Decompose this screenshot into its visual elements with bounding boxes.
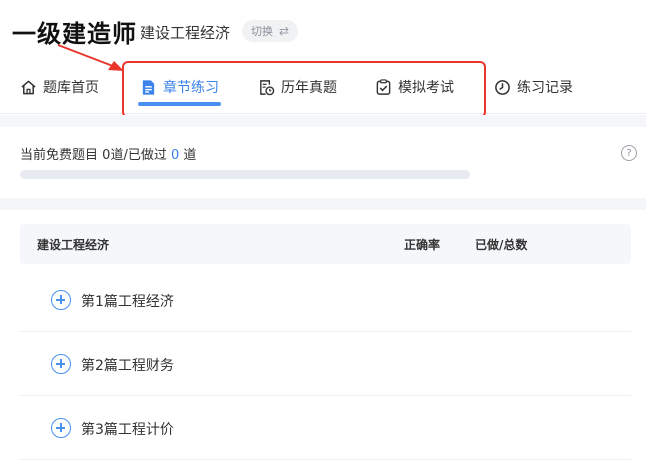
help-icon[interactable]: ? [621, 145, 637, 161]
swap-icon: ⇄ [279, 24, 290, 38]
free-question-stats: 当前免费题目 0道/已做过 0 道 [20, 144, 196, 163]
stats-prefix: 当前免费题目 [20, 148, 99, 163]
nav-label-chapter-practice: 章节练习 [163, 80, 219, 96]
column-header-done-total: 已做/总数 [475, 238, 528, 252]
table-row[interactable]: 第1篇工程经济 [20, 268, 631, 332]
chapter-title: 第2篇工程财务 [81, 358, 174, 374]
table-row[interactable]: 第2篇工程财务 [20, 332, 631, 396]
active-tab-indicator [138, 102, 221, 106]
brand-title: 一级建造师 [12, 20, 137, 48]
done-count: 0 [170, 148, 180, 163]
clock-record-icon [495, 79, 510, 95]
chapter-title: 第1篇工程经济 [81, 294, 174, 310]
column-header-name: 建设工程经济 [37, 238, 110, 252]
expand-plus-icon[interactable] [51, 354, 71, 374]
nav-item-past-exams[interactable]: 历年真题 [258, 60, 337, 114]
nav-item-home[interactable]: 题库首页 [20, 60, 99, 114]
switch-subject-button[interactable]: 切换 ⇄ [242, 20, 299, 42]
exam-history-icon [260, 79, 275, 95]
stats-middle: 道/已做过 [110, 148, 167, 163]
stats-suffix: 道 [183, 148, 197, 163]
nav-item-chapter-practice[interactable]: 章节练习 [138, 60, 221, 114]
section-divider [0, 198, 646, 210]
nav-label-practice-record: 练习记录 [517, 80, 573, 96]
expand-plus-icon[interactable] [51, 290, 71, 310]
chapter-title: 第3篇工程计价 [81, 422, 174, 438]
expand-plus-icon[interactable] [51, 418, 71, 438]
switch-label: 切换 [251, 25, 273, 38]
progress-bar [20, 170, 470, 179]
column-header-accuracy: 正确率 [404, 238, 441, 252]
app-header: 一级建造师 建设工程经济 切换 ⇄ [0, 0, 646, 60]
nav-item-mock-exam[interactable]: 模拟考试 [375, 60, 454, 114]
nav-label-home: 题库首页 [43, 80, 99, 96]
nav-item-practice-record[interactable]: 练习记录 [494, 60, 573, 114]
table-row[interactable]: 第3篇工程计价 [20, 396, 631, 460]
main-nav: 题库首页 章节练习 历年真题 模拟考试 练习记录 [0, 60, 646, 114]
section-divider [0, 115, 646, 127]
mock-exam-icon [376, 78, 391, 95]
subject-title: 建设工程经济 [140, 24, 231, 42]
home-icon [21, 80, 36, 94]
nav-label-mock-exam: 模拟考试 [398, 80, 454, 96]
nav-label-past-exams: 历年真题 [281, 80, 337, 96]
document-icon [142, 79, 155, 95]
table-header: 建设工程经济 正确率 已做/总数 [20, 224, 631, 264]
